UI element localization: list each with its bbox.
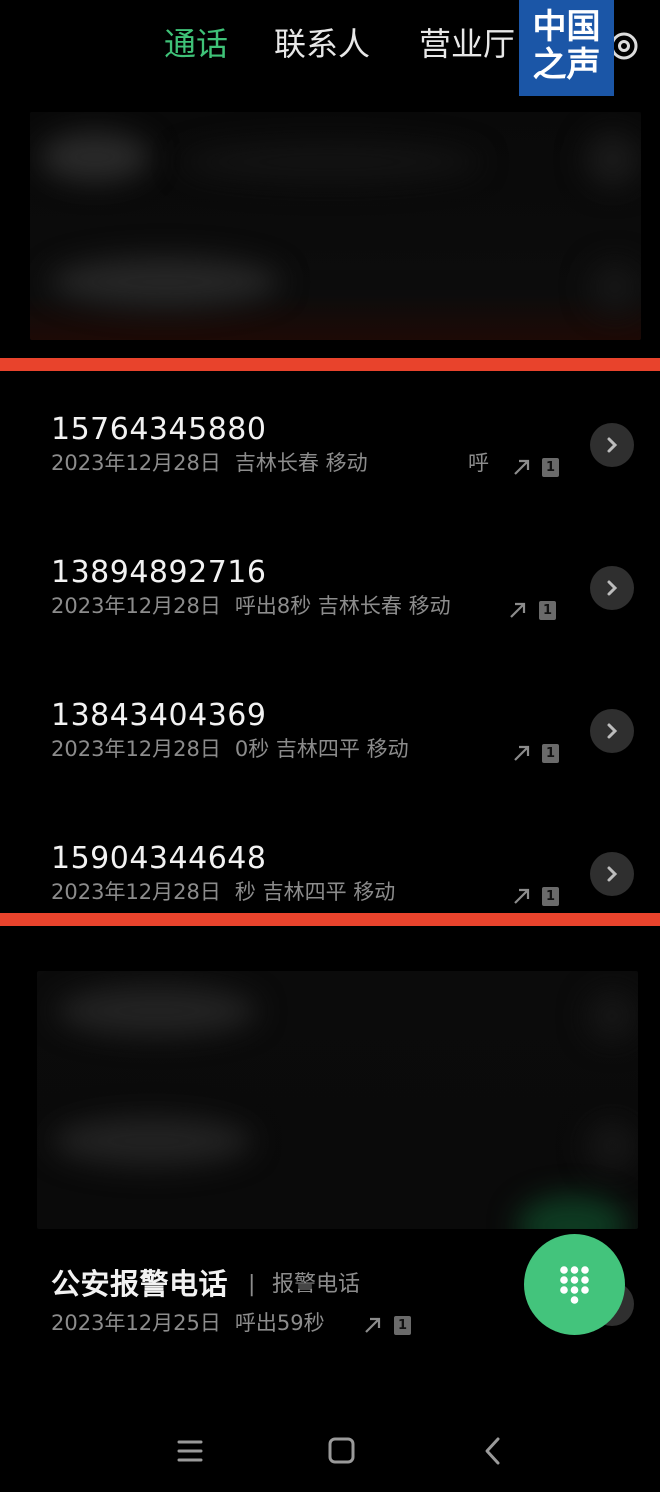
call-meta: 2023年12月28日秒 吉林四平 移动 [51,877,395,907]
outgoing-arrow-icon [514,459,530,475]
call-info: 秒 吉林四平 移动 [234,880,396,904]
blurred-call-entries-bottom [37,971,638,1229]
outgoing-arrow-icon [514,888,530,904]
top-tab-bar: 通话 联系人 营业厅 中国 之声 [0,0,660,96]
call-meta: 2023年12月25日 呼出59秒 [51,1308,325,1338]
chevron-right-icon [607,437,618,453]
sim-badge: 1 [542,458,559,477]
chevron-right-icon [607,723,618,739]
call-date: 2023年12月28日 [51,880,221,904]
watermark-logo: 中国 之声 [519,0,614,96]
dialpad-button[interactable] [524,1234,625,1335]
sim-badge: 1 [394,1316,411,1335]
call-info: 呼出59秒 [234,1311,325,1335]
call-info: 吉林长春 移动 [234,451,368,475]
watermark-line-1: 中国 [532,7,601,47]
highlight-line-bottom [0,913,660,926]
outgoing-arrow-icon [510,602,526,618]
contact-name: 公安报警电话 [51,1267,229,1301]
call-info-extra: 呼 [468,451,489,475]
tab-calls[interactable]: 通话 [164,22,228,66]
sim-badge: 1 [542,887,559,906]
outgoing-arrow-icon [514,745,530,761]
blurred-call-entries-top [30,112,641,340]
call-info: 0秒 吉林四平 移动 [234,737,409,761]
call-meta: 2023年12月28日 呼出8秒 吉林长春 移动 [51,591,451,621]
call-date: 2023年12月28日 [51,737,221,761]
tab-service-hall[interactable]: 营业厅 [419,22,515,66]
menu-icon[interactable] [176,1438,204,1464]
outgoing-arrow-icon [365,1317,381,1333]
chevron-right-icon [607,580,618,596]
call-row[interactable]: 13894892716 2023年12月28日 呼出8秒 吉林长春 移动 1 [0,553,660,673]
call-date: 2023年12月28日 [51,594,221,618]
call-number: 15904344648 [51,841,267,876]
call-detail-button[interactable] [590,566,634,610]
call-row[interactable]: 13843404369 2023年12月28日 0秒 吉林四平 移动 1 [0,696,660,816]
call-number: 13894892716 [51,555,267,590]
call-row[interactable]: 15904344648 2023年12月28日秒 吉林四平 移动 1 [0,839,660,913]
call-detail-button[interactable] [590,423,634,467]
dialpad-icon [560,1266,589,1304]
sim-badge: 1 [542,744,559,763]
chevron-right-icon [607,866,618,882]
call-number: 15764345880 [51,412,267,447]
system-navigation-bar [0,1410,660,1492]
highlight-line-top [0,358,660,371]
contact-tag: 报警电话 [272,1272,361,1297]
call-date: 2023年12月28日 [51,451,221,475]
call-detail-button[interactable] [590,709,634,753]
call-row[interactable]: 15764345880 2023年12月28日 吉林长春 移动 呼 1 [0,410,660,530]
sim-badge: 1 [539,601,556,620]
name-separator: | [248,1272,256,1297]
watermark-line-2: 之声 [532,45,601,85]
call-meta: 2023年12月28日 0秒 吉林四平 移动 [51,734,409,764]
tab-contacts[interactable]: 联系人 [274,22,370,66]
call-detail-button[interactable] [590,852,634,896]
call-info: 呼出8秒 吉林长春 移动 [234,594,451,618]
back-icon[interactable] [481,1436,505,1466]
call-date: 2023年12月25日 [51,1311,221,1335]
call-meta: 2023年12月28日 吉林长春 移动 [51,448,368,478]
call-number: 13843404369 [51,698,267,733]
home-icon[interactable] [327,1437,356,1465]
